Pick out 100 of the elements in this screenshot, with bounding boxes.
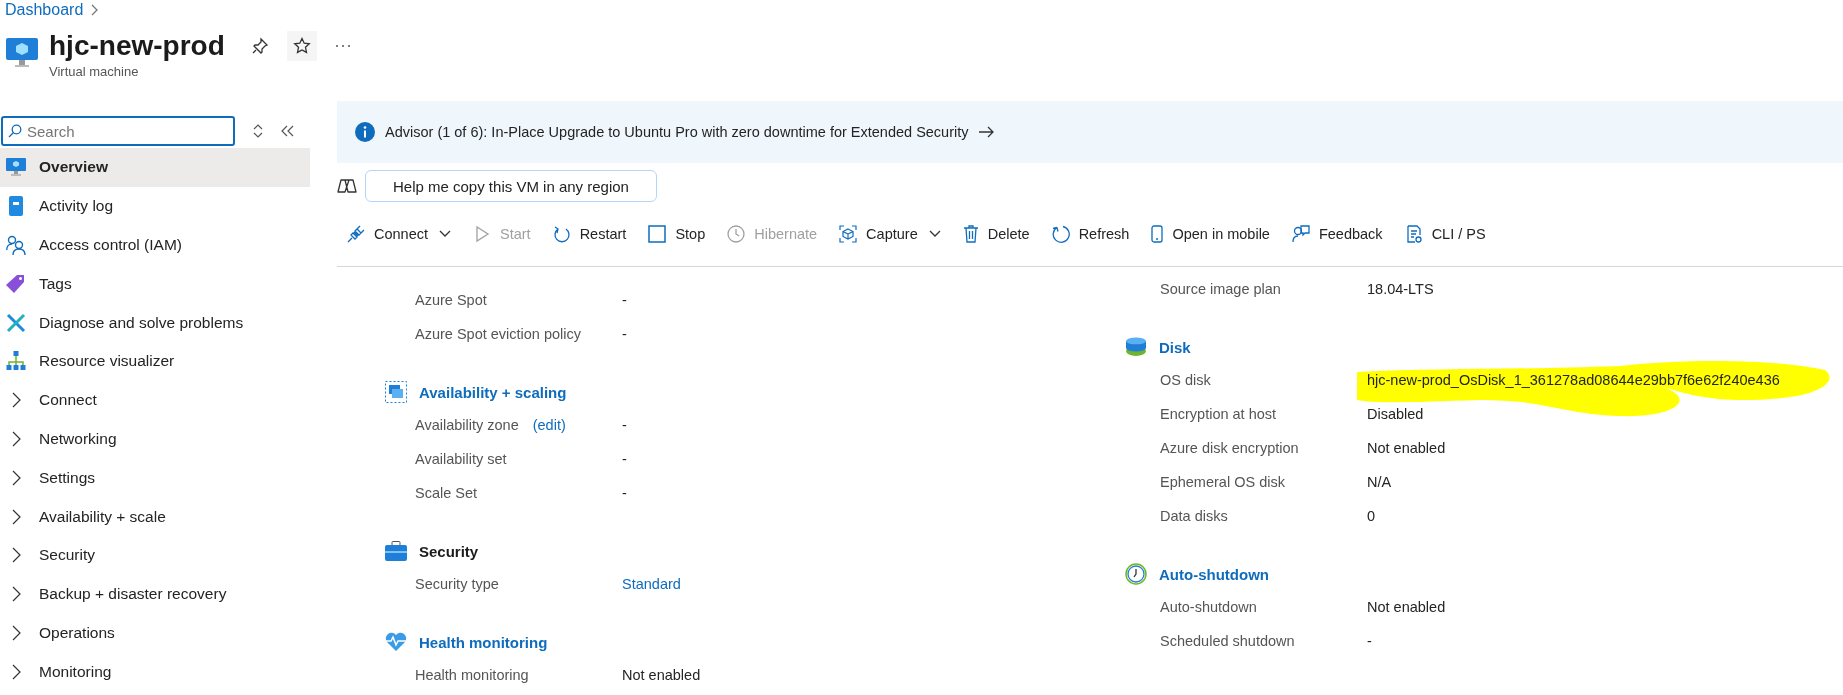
section-heading[interactable]: Auto-shutdown bbox=[1159, 565, 1269, 583]
hierarchy-icon bbox=[6, 351, 26, 372]
chevron-right-icon bbox=[12, 430, 21, 447]
property-label: Data disks bbox=[1160, 508, 1228, 524]
toolbar-button[interactable]: Stop bbox=[644, 220, 710, 248]
nav-item[interactable]: Networking bbox=[0, 419, 310, 459]
property-label: Azure Spot eviction policy bbox=[415, 326, 582, 342]
property-value: 18.04-LTS bbox=[1367, 281, 1434, 297]
toolbar-button[interactable]: Refresh bbox=[1047, 220, 1134, 248]
nav-item[interactable]: Availability + scale bbox=[0, 497, 310, 536]
toolbar-button[interactable]: Connect bbox=[343, 220, 455, 248]
nav-item[interactable]: Tags bbox=[0, 264, 310, 304]
nav-item[interactable]: Settings bbox=[0, 458, 310, 498]
tag-icon bbox=[6, 273, 26, 294]
disk-icon bbox=[1125, 337, 1147, 357]
section-heading: Security bbox=[419, 542, 479, 560]
toolbar-button[interactable]: Capture bbox=[835, 220, 945, 248]
toolbar-button[interactable]: Open in mobile bbox=[1147, 220, 1274, 248]
nav-item[interactable]: Overview bbox=[0, 148, 310, 187]
stop-icon bbox=[648, 225, 667, 243]
toolbar-button[interactable]: CLI / PS bbox=[1400, 220, 1490, 248]
chevron-right-icon bbox=[12, 624, 21, 641]
property-value: N/A bbox=[1367, 474, 1392, 490]
property-value: Not enabled bbox=[1367, 599, 1446, 615]
copilot-prompt-button[interactable]: Help me copy this VM in any region bbox=[365, 170, 657, 202]
capture-icon bbox=[839, 225, 858, 243]
chevron-right-icon bbox=[12, 469, 21, 486]
search-icon bbox=[8, 124, 22, 138]
nav-item[interactable]: Backup + disaster recovery bbox=[0, 574, 310, 614]
trash-icon bbox=[962, 225, 979, 243]
toolbar-button[interactable]: Delete bbox=[958, 220, 1034, 248]
nav-item[interactable]: Access control (IAM) bbox=[0, 225, 310, 265]
play-icon bbox=[473, 225, 491, 243]
property-label: Health monitoring bbox=[415, 667, 529, 683]
property-value: Not enabled bbox=[622, 667, 701, 683]
property-value: Not enabled bbox=[1367, 440, 1446, 456]
arrow-right-icon[interactable] bbox=[978, 126, 995, 138]
property-value: - bbox=[622, 326, 627, 342]
people-icon bbox=[6, 235, 26, 255]
property-label: Encryption at host bbox=[1160, 406, 1277, 422]
property-label: Scale Set bbox=[415, 485, 478, 501]
property-label: OS disk bbox=[1160, 372, 1211, 388]
property-value: - bbox=[622, 417, 627, 433]
pin-icon[interactable] bbox=[250, 37, 269, 55]
resource-title: hjc-new-prod bbox=[49, 30, 225, 62]
chevron-right-icon bbox=[12, 663, 21, 680]
monitor-icon bbox=[6, 157, 26, 178]
chevron-right-icon bbox=[12, 586, 21, 603]
resource-type: Virtual machine bbox=[49, 64, 140, 79]
chevron-right-icon bbox=[12, 547, 21, 564]
property-label: Source image plan bbox=[1160, 281, 1281, 297]
toolbar-button[interactable]: Restart bbox=[548, 220, 631, 248]
section-heading[interactable]: Disk bbox=[1159, 338, 1191, 356]
restart-icon bbox=[552, 225, 571, 243]
clock-icon bbox=[727, 225, 746, 243]
plug-icon bbox=[347, 225, 365, 243]
property-value: hjc-new-prod_OsDisk_1_361278ad08644e29bb7f6e62f240e436 bbox=[1367, 372, 1780, 388]
property-label: Security type bbox=[415, 576, 499, 592]
collapse-icon[interactable] bbox=[281, 125, 295, 137]
property-value: - bbox=[622, 292, 627, 308]
nav-item[interactable]: Security bbox=[0, 535, 310, 575]
info-icon bbox=[355, 122, 375, 142]
clock-icon bbox=[1125, 563, 1147, 585]
chevron-right-icon bbox=[12, 392, 21, 409]
property-label: Auto-shutdown bbox=[1160, 599, 1257, 615]
nav-item[interactable]: Monitoring bbox=[0, 652, 310, 692]
property-value: - bbox=[622, 451, 627, 467]
edit-link[interactable]: (edit) bbox=[532, 417, 566, 433]
property-label: Azure disk encryption bbox=[1160, 440, 1299, 456]
nav-item[interactable]: Diagnose and solve problems bbox=[0, 303, 310, 342]
property-value: - bbox=[622, 485, 627, 501]
script-icon bbox=[1404, 225, 1423, 243]
feedback-icon bbox=[1291, 225, 1310, 243]
nav-item[interactable]: Activity log bbox=[0, 186, 310, 226]
chevron-right-icon bbox=[12, 508, 21, 525]
availability-icon bbox=[385, 381, 407, 403]
property-label: Azure Spot bbox=[415, 292, 487, 308]
sort-icon[interactable] bbox=[253, 124, 263, 138]
section-heading[interactable]: Availability + scaling bbox=[419, 383, 567, 401]
property-label: Availability zone bbox=[415, 417, 519, 433]
nav-item[interactable]: Connect bbox=[0, 380, 310, 420]
property-value: Disabled bbox=[1367, 406, 1424, 422]
chevron-right-icon bbox=[91, 4, 100, 16]
section-heading[interactable]: Health monitoring bbox=[419, 633, 548, 651]
property-label: Scheduled shutdown bbox=[1160, 633, 1295, 649]
property-label: Availability set bbox=[415, 451, 507, 467]
property-value: 0 bbox=[1367, 508, 1376, 524]
monitor-icon bbox=[5, 36, 39, 70]
heart-pulse-icon bbox=[385, 632, 407, 652]
book-icon bbox=[6, 196, 26, 217]
advisor-message[interactable]: Advisor (1 of 6): In-Place Upgrade to Ubuntu Pro with zero downtime for Extended Security bbox=[385, 124, 969, 140]
more-icon[interactable] bbox=[334, 44, 351, 48]
property-value: - bbox=[1367, 633, 1372, 649]
toolbar-button[interactable]: Feedback bbox=[1287, 220, 1387, 248]
property-link[interactable]: Standard bbox=[622, 576, 681, 592]
breadcrumb-link[interactable]: Dashboard bbox=[5, 1, 84, 19]
nav-item[interactable]: Operations bbox=[0, 613, 310, 653]
nav-item[interactable]: Resource visualizer bbox=[0, 342, 310, 381]
search-field[interactable]: Search bbox=[1, 116, 235, 146]
refresh-icon bbox=[1051, 225, 1070, 243]
